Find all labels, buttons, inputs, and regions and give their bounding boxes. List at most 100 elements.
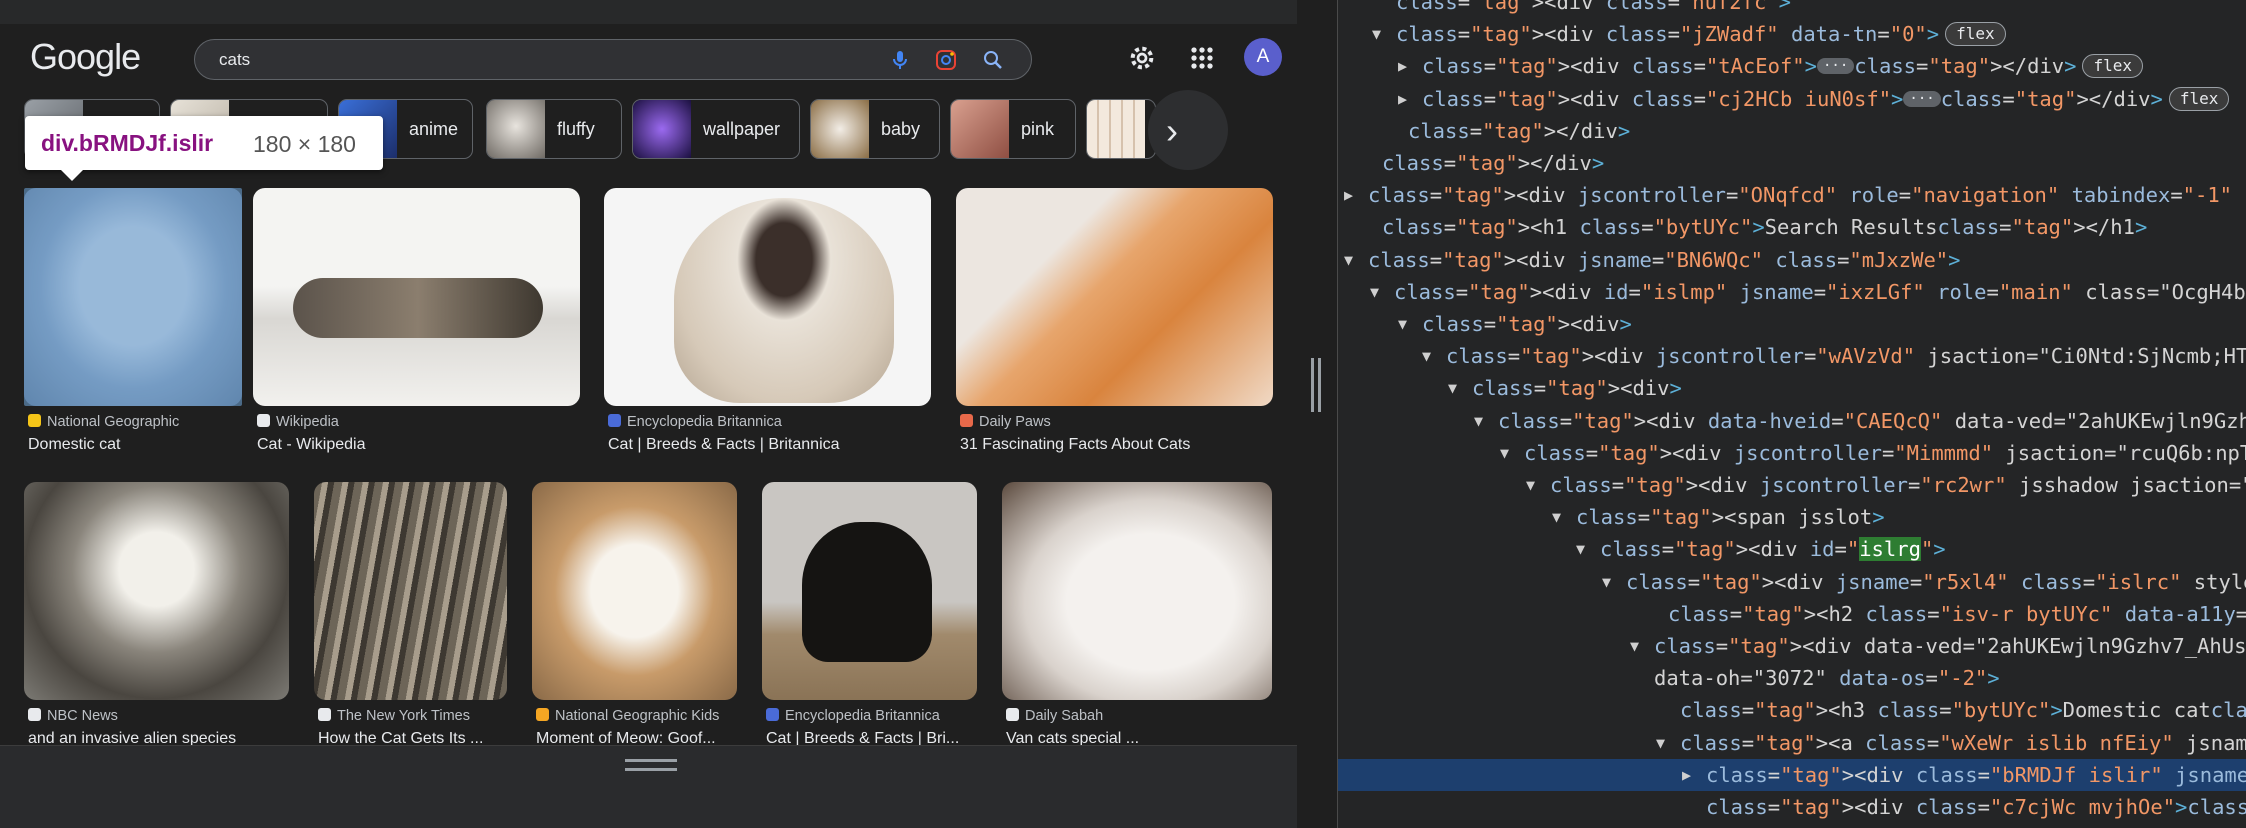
dom-tree-node[interactable]: ▶ class="tag"><div class="tAcEof"> ··· clas…	[1338, 50, 2246, 82]
expand-down-icon[interactable]: ▼	[1398, 308, 1407, 340]
result-source[interactable]: The New York Times	[318, 708, 470, 724]
result-card[interactable]: Encyclopedia Britannica Cat | Breeds & F…	[604, 188, 931, 458]
google-logo[interactable]: Google	[30, 36, 141, 78]
expand-right-icon[interactable]: ▶	[1682, 759, 1691, 791]
search-icon[interactable]	[981, 48, 1005, 72]
result-card[interactable]: Encyclopedia Britannica Cat | Breeds & F…	[762, 482, 977, 747]
flex-badge[interactable]: flex	[2082, 54, 2144, 79]
result-source[interactable]: Encyclopedia Britannica	[766, 708, 940, 724]
chip-label: pink	[1021, 119, 1055, 139]
expand-down-icon[interactable]: ▼	[1500, 437, 1509, 469]
result-card[interactable]: Daily Paws 31 Fascinating Facts About Ca…	[956, 188, 1273, 458]
result-source[interactable]: National Geographic Kids	[536, 708, 719, 724]
expand-down-icon[interactable]: ▼	[1372, 18, 1381, 50]
dom-tree-node[interactable]: ▶ class="tag"><div jscontroller="ONqfcd" …	[1338, 179, 2246, 211]
result-source[interactable]: Daily Sabah	[1006, 708, 1103, 724]
chip-7[interactable]	[1086, 99, 1156, 159]
result-card[interactable]: National Geographic Kids Moment of Meow:…	[532, 482, 737, 747]
dom-tree-node[interactable]: ▼ class="tag"><div jscontroller="rc2wr" j…	[1338, 469, 2246, 501]
apps-grid-icon[interactable]	[1186, 42, 1218, 74]
result-image[interactable]	[956, 188, 1273, 406]
result-card[interactable]: The New York Times How the Cat Gets Its …	[314, 482, 507, 747]
result-title[interactable]: Domestic cat	[28, 436, 246, 454]
expand-down-icon[interactable]: ▼	[1576, 533, 1585, 565]
expand-down-icon[interactable]: ▼	[1370, 276, 1379, 308]
dom-tree-node[interactable]: ▼ class="tag"><div jsname="r5xl4" class="…	[1338, 566, 2246, 598]
flex-badge[interactable]: flex	[1945, 22, 2006, 47]
flex-badge[interactable]: flex	[2168, 86, 2230, 111]
chip-pink[interactable]: pink	[950, 99, 1076, 159]
dom-tree-node[interactable]: class="tag"><div class="c7cjWc mvjhOe">c…	[1338, 791, 2246, 823]
dom-tree-node[interactable]: class="tag"></div>	[1338, 115, 2246, 147]
result-source[interactable]: NBC News	[28, 708, 118, 724]
lens-icon[interactable]	[934, 48, 958, 72]
chips-next-button[interactable]: ›	[1148, 90, 1228, 170]
search-input[interactable]: cats	[219, 50, 250, 70]
result-title[interactable]: Cat - Wikipedia	[257, 436, 584, 454]
chip-fluffy[interactable]: fluffy	[486, 99, 622, 159]
microphone-icon[interactable]	[888, 48, 912, 72]
expand-down-icon[interactable]: ▼	[1526, 469, 1535, 501]
result-title[interactable]: Cat | Breeds & Facts | Britannica	[608, 436, 935, 454]
dom-tree-node[interactable]: ▼ class="tag"><div>	[1338, 308, 2246, 340]
dom-tree-node[interactable]: ▶ class="tag"><div class="cj2HCb iuN0sf">…	[1338, 83, 2246, 115]
result-source[interactable]: Daily Paws	[960, 414, 1051, 430]
favicon-icon	[766, 708, 779, 721]
result-card[interactable]: Wikipedia Cat - Wikipedia	[253, 188, 580, 458]
dom-tree-node[interactable]: ▼ class="tag"><div id="islrg">	[1338, 533, 2246, 565]
dom-tree-node[interactable]: ▼ class="tag"><div data-ved="2ahUKEwjln9G…	[1338, 630, 2246, 662]
result-image[interactable]	[24, 482, 289, 700]
chip-baby[interactable]: baby	[810, 99, 940, 159]
expand-down-icon[interactable]: ▼	[1552, 501, 1561, 533]
chip-label: baby	[881, 119, 921, 139]
dom-tree-node[interactable]: class="tag"><h2 class="isv-r bytUYc" dat…	[1338, 598, 2246, 630]
dom-tree-node[interactable]: class="tag"><h1 class="bytUYc">Search Re…	[1338, 211, 2246, 243]
expand-down-icon[interactable]: ▼	[1602, 566, 1611, 598]
result-image[interactable]	[314, 482, 507, 700]
dom-tree-node[interactable]: class="tag"></div>	[1338, 147, 2246, 179]
dom-tree-node[interactable]: ▼ class="tag"><span jsslot>	[1338, 501, 2246, 533]
expand-down-icon[interactable]: ▼	[1656, 727, 1665, 759]
search-box[interactable]: cats	[194, 39, 1032, 80]
expand-down-icon[interactable]: ▼	[1422, 340, 1431, 372]
expand-right-icon[interactable]: ▶	[1398, 83, 1407, 115]
dom-tree-node[interactable]: class="tag"></a>	[1338, 823, 2246, 828]
chip-wallpaper[interactable]: wallpaper	[632, 99, 800, 159]
drag-handle-icon[interactable]	[625, 759, 677, 771]
result-source[interactable]: Wikipedia	[257, 414, 339, 430]
result-title[interactable]: 31 Fascinating Facts About Cats	[960, 436, 1277, 454]
expand-down-icon[interactable]: ▼	[1448, 372, 1457, 404]
dom-node-text: class="tag"><h3 class="bytUYc">Domestic …	[1680, 698, 2246, 723]
expand-right-icon[interactable]: ▶	[1344, 179, 1353, 211]
result-image[interactable]	[253, 188, 580, 406]
dom-tree-node[interactable]: ▼ class="tag"><a class="wXeWr islib nfEiy…	[1338, 727, 2246, 759]
dom-tree-node[interactable]: class="tag"><div class="nuf2fc">	[1338, 0, 2246, 18]
dom-tree-node[interactable]: ▼ class="tag"><div jscontroller="wAVzVd" …	[1338, 340, 2246, 372]
splitter-handle-icon[interactable]	[1311, 358, 1321, 412]
dom-tree-node[interactable]: ▶ class="tag"><div class="bRMDJf islir" j…	[1338, 758, 2246, 791]
dom-tree-node[interactable]: class="tag"><h3 class="bytUYc">Domestic …	[1338, 694, 2246, 726]
result-image[interactable]	[1002, 482, 1272, 700]
result-card[interactable]: NBC News and an invasive alien species	[24, 482, 289, 747]
result-image[interactable]	[762, 482, 977, 700]
dom-tree-node[interactable]: data-oh="3072" data-os="-2">	[1338, 662, 2246, 694]
dom-tree-node[interactable]: ▼ class="tag"><div data-hveid="CAEQcQ" da…	[1338, 405, 2246, 437]
dom-tree-node[interactable]: ▼ class="tag"><div class="jZWadf" data-tn…	[1338, 18, 2246, 50]
expand-right-icon[interactable]: ▶	[1398, 50, 1407, 82]
expand-down-icon[interactable]: ▼	[1474, 405, 1483, 437]
expand-down-icon[interactable]: ▼	[1630, 630, 1639, 662]
settings-gear-icon[interactable]	[1126, 42, 1158, 74]
result-source[interactable]: Encyclopedia Britannica	[608, 414, 782, 430]
favicon-icon	[28, 708, 41, 721]
dom-tree-node[interactable]: ▼ class="tag"><div jsname="BN6WQc" class=…	[1338, 244, 2246, 276]
account-avatar[interactable]: A	[1244, 38, 1282, 76]
result-source[interactable]: National Geographic	[28, 414, 179, 430]
result-card[interactable]: Daily Sabah Van cats special ...	[1002, 482, 1272, 747]
dom-tree-node[interactable]: ▼ class="tag"><div jscontroller="Mimmmd" …	[1338, 437, 2246, 469]
expand-down-icon[interactable]: ▼	[1344, 244, 1353, 276]
result-image[interactable]	[604, 188, 931, 406]
result-image[interactable]	[532, 482, 737, 700]
dom-tree-node[interactable]: ▼ class="tag"><div id="islmp" jsname="ixz…	[1338, 276, 2246, 308]
dom-tree-node[interactable]: ▼ class="tag"><div>	[1338, 372, 2246, 404]
panel-splitter[interactable]	[1297, 0, 1337, 828]
